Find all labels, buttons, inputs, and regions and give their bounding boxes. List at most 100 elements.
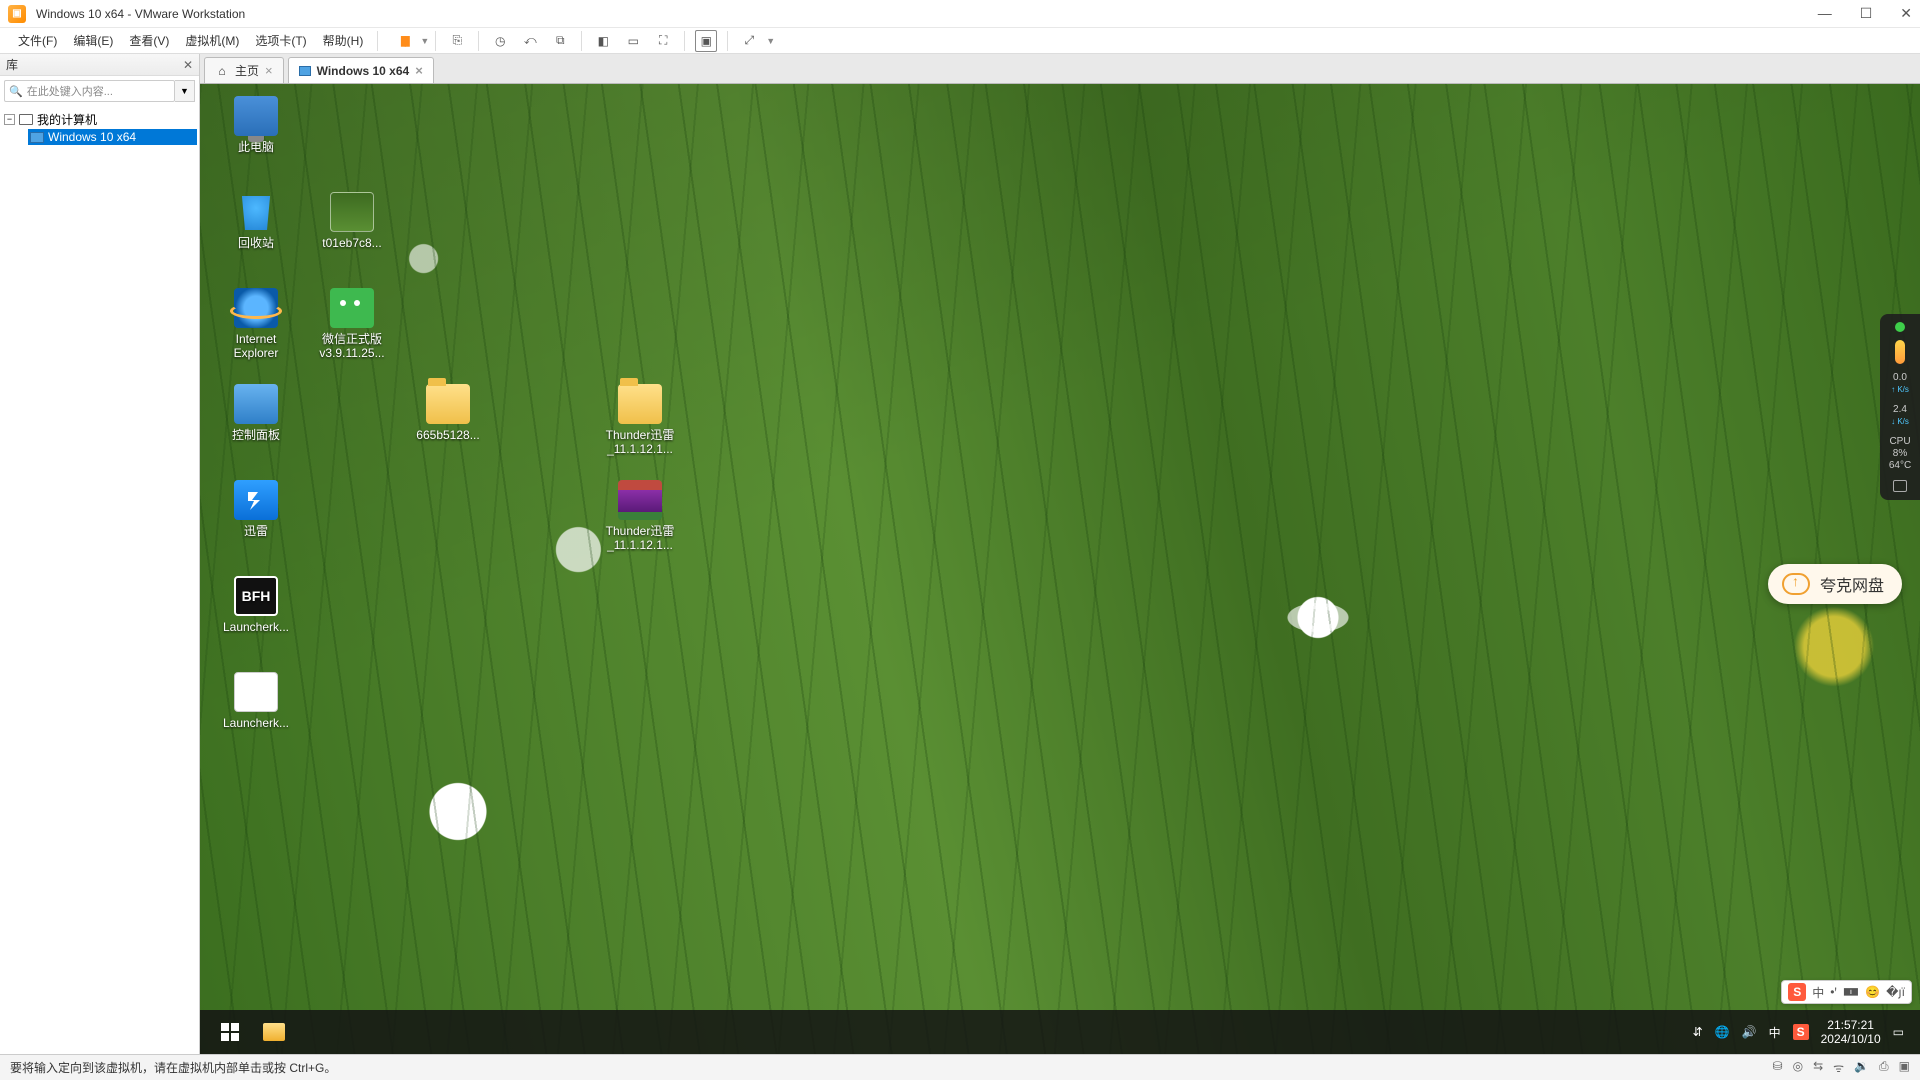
menu-help[interactable]: 帮助(H): [315, 32, 372, 49]
rar-icon: [618, 480, 662, 520]
device-harddisk-icon[interactable]: ⛁: [1773, 1059, 1783, 1076]
bfh-label: Launcherk...: [223, 620, 289, 634]
power-dropdown[interactable]: ▼: [420, 36, 429, 46]
desktop-icon-bfh[interactable]: BFH Launcherk...: [208, 572, 304, 668]
status-text: 要将输入定向到该虚拟机，请在虚拟机内部单击或按 Ctrl+G。: [10, 1059, 336, 1076]
library-search-input[interactable]: 🔍 在此处键入内容...: [4, 80, 175, 102]
ime-fullwidth-toggle[interactable]: 🀰: [1843, 985, 1859, 999]
computer-icon: [19, 114, 33, 125]
ie-label: InternetExplorer: [234, 332, 279, 361]
view-sidebar-button[interactable]: ◧: [592, 30, 614, 52]
performance-monitor-widget[interactable]: 0.0↑ K/s 2.4↓ K/s CPU8%64°C: [1880, 314, 1920, 500]
desktop-icon-thispc[interactable]: 此电脑: [208, 92, 304, 188]
guest-desktop[interactable]: 此电脑 回收站 t01eb7c8... InternetExplorer: [200, 84, 1920, 1054]
tree-root-mycomputer[interactable]: − 我的计算机: [2, 110, 197, 129]
desktop-icon-launcherk-file[interactable]: Launcherk...: [208, 668, 304, 764]
desktop-icon-folder-665b[interactable]: 665b5128...: [400, 380, 496, 476]
fullscreen-button[interactable]: ▣: [695, 30, 717, 52]
search-icon: 🔍: [9, 85, 23, 98]
menu-vm[interactable]: 虚拟机(M): [177, 32, 247, 49]
host-titlebar: ▣ Windows 10 x64 - VMware Workstation — …: [0, 0, 1920, 28]
tree-item-label: Windows 10 x64: [48, 130, 136, 144]
sogou-ime-icon[interactable]: S: [1788, 983, 1806, 1001]
ie-icon: [234, 288, 278, 328]
tab-vm-close[interactable]: ×: [415, 63, 423, 78]
taskbar-clock[interactable]: 21:57:21 2024/10/10: [1821, 1018, 1881, 1047]
controlpanel-icon: [234, 384, 278, 424]
library-panel: 库 ✕ 🔍 在此处键入内容... ▼ − 我的计算机 Windows 10 x6…: [0, 54, 200, 1054]
minimize-button[interactable]: —: [1818, 5, 1832, 22]
desktop-icon-xunlei[interactable]: 迅雷: [208, 476, 304, 572]
tray-volume-icon[interactable]: 🔊: [1742, 1025, 1757, 1039]
view-console-button[interactable]: ⛶: [652, 30, 674, 52]
device-sound-icon[interactable]: 🔉: [1854, 1059, 1869, 1076]
thispc-label: 此电脑: [238, 140, 274, 154]
tab-vm-win10[interactable]: Windows 10 x64 ×: [288, 57, 434, 83]
status-dot-icon: [1895, 322, 1905, 332]
desktop-icon-controlpanel[interactable]: 控制面板: [208, 380, 304, 476]
folder-665b-label: 665b5128...: [416, 428, 479, 442]
menu-tabs[interactable]: 选项卡(T): [247, 32, 314, 49]
xunlei-icon: [234, 480, 278, 520]
desktop-icon-thunder-rar[interactable]: Thunder迅雷_11.1.12.1...: [592, 476, 688, 572]
view-thumbnail-button[interactable]: ▭: [622, 30, 644, 52]
battery-pill-icon: [1895, 340, 1905, 364]
file-icon: [234, 672, 278, 712]
xunlei-label: 迅雷: [244, 524, 268, 538]
recyclebin-label: 回收站: [238, 236, 274, 250]
vmware-app-icon: ▣: [8, 5, 26, 23]
cpu-stat: CPU8%64°C: [1889, 436, 1911, 472]
menu-file[interactable]: 文件(F): [10, 32, 65, 49]
tray-ime-indicator[interactable]: 中: [1769, 1024, 1781, 1041]
snapshot-revert-button[interactable]: ⤺: [519, 30, 541, 52]
device-usb-icon[interactable]: ᯤ: [1833, 1059, 1844, 1076]
start-button[interactable]: [208, 1010, 252, 1054]
thunder-rar-label: Thunder迅雷_11.1.12.1...: [606, 524, 675, 553]
unity-button[interactable]: ⤢: [738, 30, 760, 52]
bfh-icon: BFH: [234, 576, 278, 616]
search-placeholder: 在此处键入内容...: [27, 83, 113, 99]
launcherk-label: Launcherk...: [223, 716, 289, 730]
snapshot-manager-button[interactable]: ⧉: [549, 30, 571, 52]
device-network-icon[interactable]: ⇆: [1813, 1059, 1823, 1076]
tray-sogou-icon[interactable]: S: [1793, 1024, 1809, 1040]
pause-vm-button[interactable]: ▮▮: [392, 30, 414, 52]
desktop-icon-thunder-folder[interactable]: Thunder迅雷_11.1.12.1...: [592, 380, 688, 476]
ime-punct-toggle[interactable]: •ꞌ: [1830, 985, 1837, 999]
unity-dropdown[interactable]: ▼: [766, 36, 775, 46]
ime-emoji-button[interactable]: 😊: [1865, 985, 1880, 999]
device-cdrom-icon[interactable]: ◎: [1793, 1059, 1803, 1076]
ime-toolbar[interactable]: S 中 •ꞌ 🀰 😊 �յї: [1781, 980, 1912, 1004]
action-center-icon[interactable]: ▭: [1893, 1025, 1904, 1039]
desktop-icon-imagefile[interactable]: t01eb7c8...: [304, 188, 400, 284]
ime-lang-toggle[interactable]: 中: [1812, 984, 1824, 1001]
ime-menu-button[interactable]: �յї: [1886, 985, 1905, 999]
menu-view[interactable]: 查看(V): [121, 32, 177, 49]
desktop-icon-ie[interactable]: InternetExplorer: [208, 284, 304, 380]
desktop-icon-recyclebin[interactable]: 回收站: [208, 188, 304, 284]
tree-collapse-icon[interactable]: −: [4, 114, 15, 125]
search-dropdown-button[interactable]: ▼: [175, 80, 195, 102]
device-display-icon[interactable]: ▣: [1899, 1059, 1910, 1076]
tree-root-label: 我的计算机: [37, 111, 97, 128]
quark-cloud-widget[interactable]: 夸克网盘: [1768, 564, 1902, 604]
net-download-stat: 2.4↓ K/s: [1891, 404, 1909, 428]
folder-icon: [426, 384, 470, 424]
taskbar-file-explorer[interactable]: [252, 1010, 296, 1054]
close-button[interactable]: ✕: [1900, 5, 1912, 22]
tree-item-win10x64[interactable]: Windows 10 x64: [28, 129, 197, 145]
send-ctrl-alt-del-button[interactable]: ⎘: [446, 30, 468, 52]
library-close-button[interactable]: ✕: [183, 58, 193, 72]
tab-home[interactable]: ⌂ 主页 ×: [204, 57, 284, 83]
snapshot-button[interactable]: ◷: [489, 30, 511, 52]
device-printer-icon[interactable]: ⎙: [1879, 1059, 1889, 1076]
tray-usb-icon[interactable]: ⇵: [1693, 1025, 1703, 1039]
window-title: Windows 10 x64 - VMware Workstation: [36, 7, 245, 21]
tray-network-icon[interactable]: 🌐: [1715, 1025, 1730, 1039]
maximize-button[interactable]: ☐: [1860, 5, 1873, 22]
desktop-icon-wechat[interactable]: 微信正式版v3.9.11.25...: [304, 284, 400, 380]
screenshot-icon[interactable]: [1893, 480, 1907, 492]
thunder-folder-icon: [618, 384, 662, 424]
tab-home-close[interactable]: ×: [265, 63, 273, 78]
menu-edit[interactable]: 编辑(E): [65, 32, 121, 49]
